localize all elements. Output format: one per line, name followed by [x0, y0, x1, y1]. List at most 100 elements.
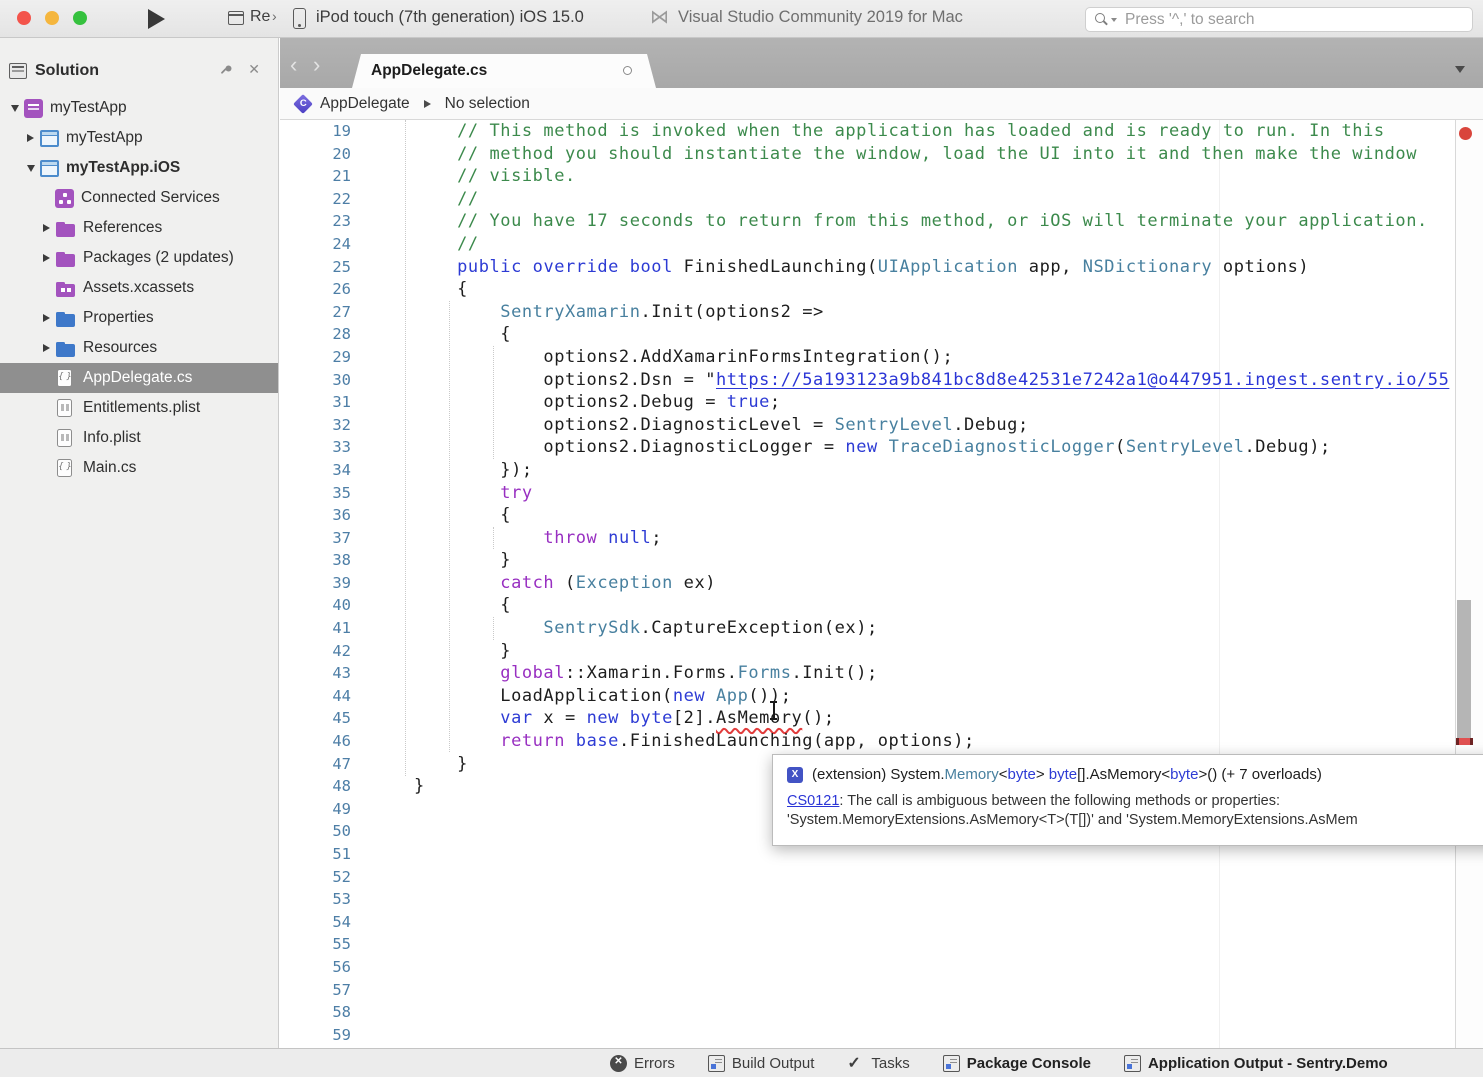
navigate-back-button[interactable]: ‹: [290, 55, 297, 75]
line-number[interactable]: 49: [280, 798, 351, 821]
code-line[interactable]: 33 options2.DiagnosticLogger = new Trace…: [280, 436, 1483, 459]
run-button[interactable]: [148, 9, 165, 29]
code-line[interactable]: 25 public override bool FinishedLaunchin…: [280, 256, 1483, 279]
line-number[interactable]: 58: [280, 1001, 351, 1024]
code-line[interactable]: 52: [280, 866, 1483, 889]
line-number[interactable]: 35: [280, 482, 351, 505]
line-number[interactable]: 29: [280, 346, 351, 369]
line-number[interactable]: 41: [280, 617, 351, 640]
line-number[interactable]: 46: [280, 730, 351, 753]
line-number[interactable]: 20: [280, 143, 351, 166]
code-line[interactable]: 55: [280, 933, 1483, 956]
disclosure-down-icon[interactable]: [22, 165, 39, 172]
error-code-link[interactable]: CS0121: [787, 793, 839, 809]
navigate-forward-button[interactable]: ›: [313, 55, 320, 75]
line-number[interactable]: 25: [280, 256, 351, 279]
code-line[interactable]: 37 throw null;: [280, 527, 1483, 550]
code-line[interactable]: 57: [280, 979, 1483, 1002]
statusbar-item-package-console[interactable]: Package Console: [943, 1055, 1091, 1072]
statusbar-item-application-output-sentry-demo[interactable]: Application Output - Sentry.Demo: [1124, 1055, 1388, 1072]
line-number[interactable]: 34: [280, 459, 351, 482]
sidebar-item-resources[interactable]: Resources: [0, 333, 278, 363]
configuration-selector[interactable]: Re: [250, 8, 270, 26]
disclosure-right-icon[interactable]: [38, 344, 55, 352]
sidebar-item-assets-xcassets[interactable]: Assets.xcassets: [0, 273, 278, 303]
line-number[interactable]: 30: [280, 369, 351, 392]
line-number[interactable]: 47: [280, 753, 351, 776]
code-line[interactable]: 58: [280, 1001, 1483, 1024]
sidebar-item-mytestapp[interactable]: myTestApp: [0, 93, 278, 123]
disclosure-down-icon[interactable]: [6, 105, 23, 112]
line-number[interactable]: 53: [280, 888, 351, 911]
search-input[interactable]: Press '^,' to search: [1085, 7, 1473, 32]
code-line[interactable]: 54: [280, 911, 1483, 934]
disclosure-right-icon[interactable]: [38, 254, 55, 262]
sidebar-item-main-cs[interactable]: Main.cs: [0, 453, 278, 483]
line-number[interactable]: 43: [280, 662, 351, 685]
disclosure-right-icon[interactable]: [38, 224, 55, 232]
sidebar-item-properties[interactable]: Properties: [0, 303, 278, 333]
code-line[interactable]: 24 //: [280, 233, 1483, 256]
code-line[interactable]: 22 //: [280, 188, 1483, 211]
scrollbar-annotation-column[interactable]: [1455, 120, 1483, 1048]
close-pad-icon[interactable]: ✕: [248, 61, 260, 78]
sidebar-item-appdelegate-cs[interactable]: AppDelegate.cs: [0, 363, 278, 393]
statusbar-item-build-output[interactable]: Build Output: [708, 1055, 815, 1072]
line-number[interactable]: 39: [280, 572, 351, 595]
statusbar-item-errors[interactable]: Errors: [610, 1055, 675, 1072]
code-line[interactable]: 40 {: [280, 594, 1483, 617]
code-line[interactable]: 26 {: [280, 278, 1483, 301]
code-line[interactable]: 45 var x = new byte[2].AsMemory();: [280, 707, 1483, 730]
code-line[interactable]: 59: [280, 1024, 1483, 1047]
code-line[interactable]: 41 SentrySdk.CaptureException(ex);: [280, 617, 1483, 640]
line-number[interactable]: 22: [280, 188, 351, 211]
line-number[interactable]: 45: [280, 707, 351, 730]
line-number[interactable]: 31: [280, 391, 351, 414]
line-number[interactable]: 57: [280, 979, 351, 1002]
line-number[interactable]: 55: [280, 933, 351, 956]
code-line[interactable]: 39 catch (Exception ex): [280, 572, 1483, 595]
sidebar-item-packages-2-updates[interactable]: Packages (2 updates): [0, 243, 278, 273]
minimize-window-button[interactable]: [45, 11, 59, 25]
code-line[interactable]: 19 // This method is invoked when the ap…: [280, 120, 1483, 143]
line-number[interactable]: 50: [280, 820, 351, 843]
code-editor[interactable]: 19 // This method is invoked when the ap…: [280, 120, 1483, 1048]
maximize-window-button[interactable]: [73, 11, 87, 25]
line-number[interactable]: 33: [280, 436, 351, 459]
sentry-dsn-link[interactable]: https://5a193123a9b841bc8d8e42531e7242a1…: [716, 370, 1449, 390]
disclosure-right-icon[interactable]: [22, 134, 39, 142]
code-line[interactable]: 21 // visible.: [280, 165, 1483, 188]
code-line[interactable]: 30 options2.Dsn = "https://5a193123a9b84…: [280, 369, 1483, 392]
code-line[interactable]: 31 options2.Debug = true;: [280, 391, 1483, 414]
line-number[interactable]: 27: [280, 301, 351, 324]
code-line[interactable]: 34 });: [280, 459, 1483, 482]
code-line[interactable]: 35 try: [280, 482, 1483, 505]
code-line[interactable]: 53: [280, 888, 1483, 911]
line-number[interactable]: 32: [280, 414, 351, 437]
pin-icon[interactable]: [220, 63, 234, 77]
breadcrumb-class[interactable]: AppDelegate: [320, 95, 410, 113]
code-line[interactable]: 36 {: [280, 504, 1483, 527]
sidebar-item-info-plist[interactable]: Info.plist: [0, 423, 278, 453]
line-number[interactable]: 40: [280, 594, 351, 617]
line-number[interactable]: 42: [280, 640, 351, 663]
code-line[interactable]: 43 global::Xamarin.Forms.Forms.Init();: [280, 662, 1483, 685]
line-number[interactable]: 24: [280, 233, 351, 256]
line-number[interactable]: 38: [280, 549, 351, 572]
statusbar-item-tasks[interactable]: Tasks: [847, 1055, 909, 1072]
line-number[interactable]: 48: [280, 775, 351, 798]
line-number[interactable]: 51: [280, 843, 351, 866]
sidebar-item-entitlements-plist[interactable]: Entitlements.plist: [0, 393, 278, 423]
tab-appdelegate[interactable]: AppDelegate.cs: [352, 54, 656, 88]
line-number[interactable]: 23: [280, 210, 351, 233]
code-line[interactable]: 32 options2.DiagnosticLevel = SentryLeve…: [280, 414, 1483, 437]
line-number[interactable]: 37: [280, 527, 351, 550]
code-line[interactable]: 46 return base.FinishedLaunching(app, op…: [280, 730, 1483, 753]
line-number[interactable]: 36: [280, 504, 351, 527]
line-number[interactable]: 52: [280, 866, 351, 889]
code-line[interactable]: 20 // method you should instantiate the …: [280, 143, 1483, 166]
sidebar-item-references[interactable]: References: [0, 213, 278, 243]
code-line[interactable]: 29 options2.AddXamarinFormsIntegration()…: [280, 346, 1483, 369]
line-number[interactable]: 26: [280, 278, 351, 301]
code-line[interactable]: 23 // You have 17 seconds to return from…: [280, 210, 1483, 233]
